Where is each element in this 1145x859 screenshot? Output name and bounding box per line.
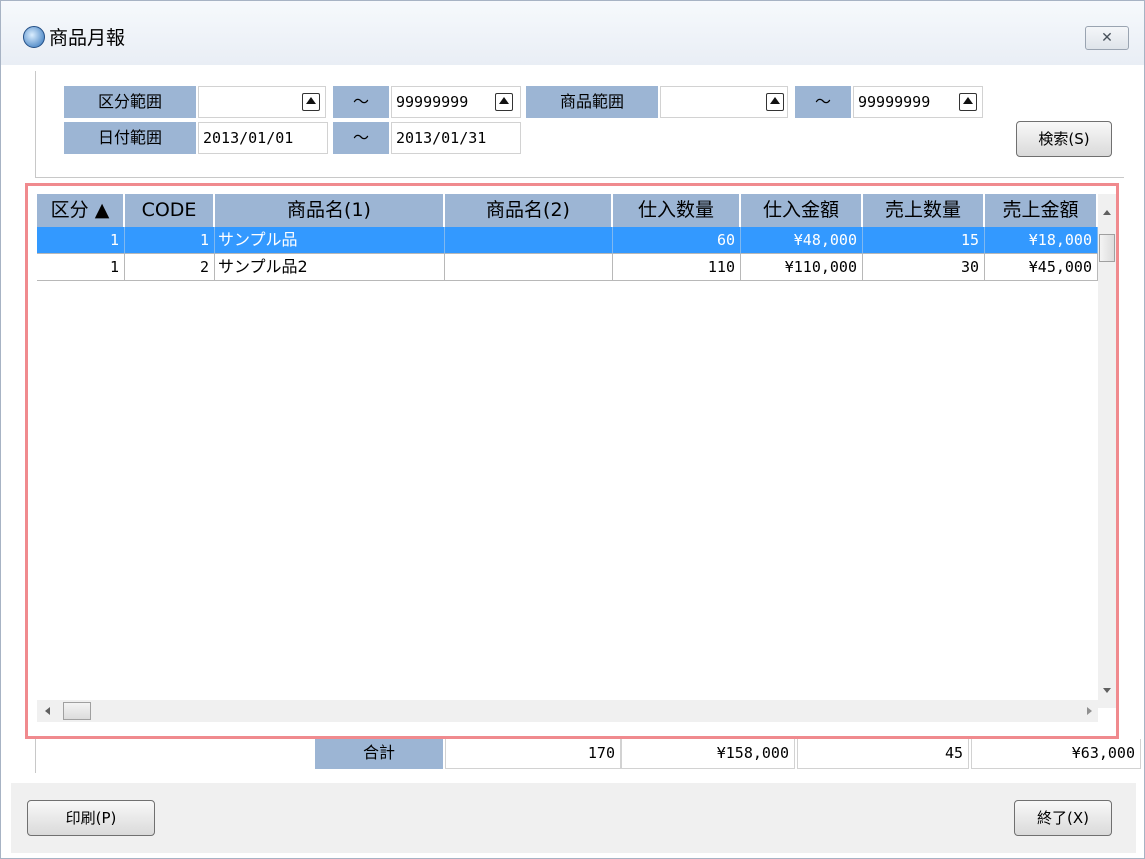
date-range-tilde: ～ (333, 122, 389, 154)
column-header-purchase-qty[interactable]: 仕入数量 (613, 194, 741, 227)
scroll-right-icon[interactable] (1087, 707, 1092, 715)
total-sales-qty: 45 (797, 739, 969, 769)
column-header-code[interactable]: CODE (125, 194, 215, 227)
exit-button[interactable]: 終了(X) (1014, 800, 1112, 836)
column-header-category[interactable]: 区分 ▲ (37, 194, 125, 227)
cell-product-name-1: サンプル品2 (215, 254, 445, 281)
category-to-picker-icon[interactable] (495, 93, 513, 111)
category-from-picker-icon[interactable] (302, 93, 320, 111)
total-purchase-amount: ¥158,000 (621, 739, 795, 769)
cell-sales-qty: 15 (863, 227, 985, 254)
vertical-scrollbar[interactable] (1098, 194, 1116, 708)
cell-sales-amount: ¥45,000 (985, 254, 1098, 281)
cell-purchase-amount: ¥48,000 (741, 227, 863, 254)
date-from-input[interactable]: 2013/01/01 (198, 122, 328, 154)
product-from-picker-icon[interactable] (766, 93, 784, 111)
vertical-scroll-thumb[interactable] (1099, 234, 1115, 262)
product-range-tilde: ～ (795, 86, 851, 118)
search-button[interactable]: 検索(S) (1016, 121, 1112, 157)
cell-sales-qty: 30 (863, 254, 985, 281)
total-purchase-qty: 170 (445, 739, 621, 769)
cell-product-name-2 (445, 227, 613, 254)
report-window: 商品月報 ✕ 区分範囲 1 ～ 99999999 商品範囲 1 ～ 999999… (0, 0, 1145, 859)
totals-label: 合計 (315, 739, 443, 769)
close-icon: ✕ (1101, 30, 1113, 46)
footer-bar (11, 783, 1136, 853)
cell-purchase-qty: 110 (613, 254, 741, 281)
date-range-label: 日付範囲 (64, 122, 196, 154)
title-bar: 商品月報 ✕ (1, 1, 1144, 65)
horizontal-scrollbar[interactable] (37, 700, 1098, 722)
column-header-product-name-1[interactable]: 商品名(1) (215, 194, 445, 227)
window-title: 商品月報 (49, 27, 126, 49)
scroll-up-icon[interactable] (1103, 210, 1111, 215)
product-to-picker-icon[interactable] (959, 93, 977, 111)
cell-category: 1 (37, 254, 125, 281)
total-sales-amount: ¥63,000 (971, 739, 1141, 769)
column-header-product-name-2[interactable]: 商品名(2) (445, 194, 613, 227)
column-header-sales-amount[interactable]: 売上金額 (985, 194, 1098, 227)
category-range-tilde: ～ (333, 86, 389, 118)
cell-purchase-qty: 60 (613, 227, 741, 254)
date-to-input[interactable]: 2013/01/31 (391, 122, 521, 154)
print-button[interactable]: 印刷(P) (27, 800, 155, 836)
cell-purchase-amount: ¥110,000 (741, 254, 863, 281)
cell-category: 1 (37, 227, 125, 254)
totals-divider (35, 739, 36, 773)
cell-product-name-1: サンプル品 (215, 227, 445, 254)
app-logo-icon (23, 26, 45, 48)
product-range-label: 商品範囲 (526, 86, 658, 118)
product-grid: 区分 ▲ CODE 商品名(1) 商品名(2) 仕入数量 仕入金額 売上数量 売… (25, 183, 1119, 739)
horizontal-scroll-thumb[interactable] (63, 702, 91, 720)
column-header-sales-qty[interactable]: 売上数量 (863, 194, 985, 227)
cell-code: 1 (125, 227, 215, 254)
category-range-label: 区分範囲 (64, 86, 196, 118)
cell-product-name-2 (445, 254, 613, 281)
column-header-purchase-amount[interactable]: 仕入金額 (741, 194, 863, 227)
scroll-down-icon[interactable] (1103, 688, 1111, 693)
cell-code: 2 (125, 254, 215, 281)
scroll-left-icon[interactable] (45, 707, 50, 715)
close-button[interactable]: ✕ (1085, 26, 1129, 50)
cell-sales-amount: ¥18,000 (985, 227, 1098, 254)
